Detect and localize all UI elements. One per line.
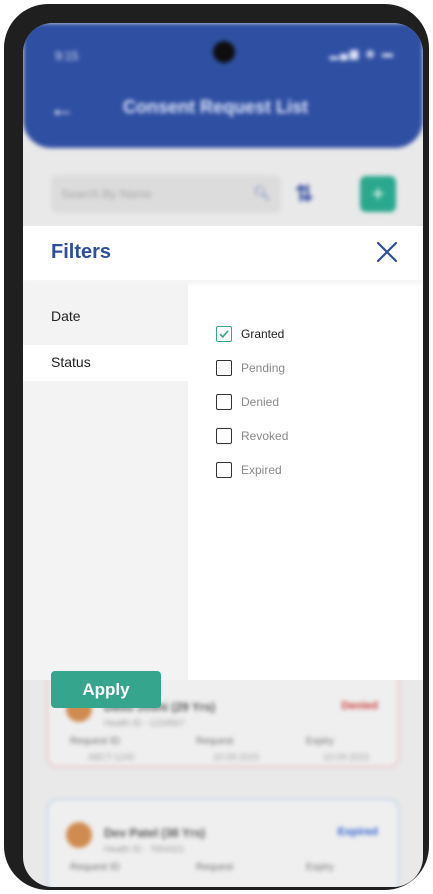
arrow-left-icon[interactable]: ← <box>49 93 75 124</box>
screen: 9:15 ▂▄▆ ◉ ▬ ← Consent Request List Sear… <box>23 23 423 887</box>
filter-panel: Filters Date Status Apply Granted Pendin… <box>23 226 423 708</box>
app-header: 9:15 ▂▄▆ ◉ ▬ ← Consent Request List <box>23 23 423 148</box>
request-id-label: Request ID <box>70 862 121 873</box>
checkbox[interactable] <box>216 428 232 444</box>
category-label: Date <box>51 308 81 324</box>
filters-title: Filters <box>51 241 112 263</box>
category-label: Status <box>51 354 91 370</box>
option-label: Denied <box>241 395 280 409</box>
filter-categories: Date Status Apply <box>23 282 188 708</box>
request-date-label: Request <box>196 736 234 747</box>
option-label: Granted <box>241 327 285 341</box>
request-id-label: Request ID <box>70 736 121 747</box>
avatar <box>66 822 92 848</box>
status-icons: ▂▄▆ ◉ ▬ <box>329 48 395 60</box>
request-date-value: 10-09-2023 <box>213 752 260 762</box>
patient-name: Dev Patel (38 Yrs) <box>104 826 206 840</box>
status-badge: Expired <box>337 826 378 838</box>
close-icon[interactable] <box>375 240 399 264</box>
category-status[interactable]: Status <box>23 345 188 381</box>
phone-frame: 9:15 ▂▄▆ ◉ ▬ ← Consent Request List Sear… <box>4 4 429 890</box>
checkbox[interactable] <box>216 462 232 478</box>
request-card[interactable]: Dev Patel (38 Yrs) Health ID - 7654321 E… <box>47 799 399 887</box>
status-badge: Denied <box>341 700 378 712</box>
expiry-label: Expiry <box>306 736 334 747</box>
expiry-date-value: 10-09-2023 <box>323 752 370 762</box>
search-icon[interactable]: 🔍︎ <box>253 185 271 202</box>
page-title: Consent Request List <box>123 97 309 117</box>
request-id-value: ABCT-1240 <box>88 752 135 762</box>
checkbox[interactable] <box>216 394 232 410</box>
plus-icon: + <box>371 181 385 206</box>
camera-notch <box>213 41 235 63</box>
checkbox[interactable] <box>216 360 232 376</box>
checkmark-icon <box>219 330 229 339</box>
sort-icon[interactable]: ⇅ <box>295 181 313 207</box>
apply-button[interactable]: Apply <box>51 671 161 708</box>
health-id: Health ID - 7654321 <box>104 844 185 854</box>
search-placeholder: Search By Name <box>61 187 152 201</box>
category-date[interactable]: Date <box>23 299 188 335</box>
search-input[interactable]: Search By Name 🔍︎ <box>51 175 281 213</box>
add-button[interactable]: + <box>360 176 396 212</box>
option-label: Pending <box>241 361 286 375</box>
health-id: Health ID - 1234567 <box>104 718 185 728</box>
request-date-label: Request <box>196 862 234 873</box>
filter-header: Filters <box>23 226 423 280</box>
option-label: Revoked <box>241 429 289 443</box>
expiry-label: Expiry <box>306 862 334 873</box>
checkbox[interactable] <box>216 326 232 342</box>
status-time: 9:15 <box>55 49 79 63</box>
option-label: Expired <box>241 463 282 477</box>
